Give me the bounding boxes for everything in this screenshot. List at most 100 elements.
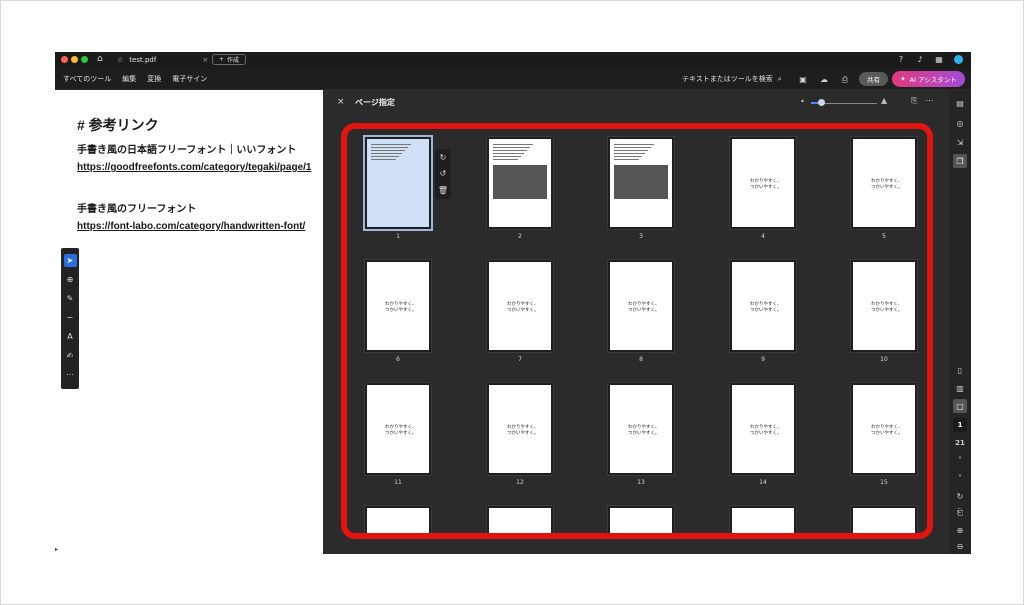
trash-icon[interactable]: 🗑 [438, 186, 448, 195]
thumbnail-text: わかりやすく、 つかいやすく。 [385, 302, 417, 313]
avatar[interactable] [953, 54, 963, 64]
page-thumbnail[interactable]: わかりやすく、 つかいやすく。 [729, 136, 797, 230]
doc-text-line-2: 手書き風のフリーフォント [77, 204, 197, 215]
screenshot-frame: ⌂ ☆ test.pdf × + 作成 ? ♪ ▦ すべてのツール 編集 変換 … [0, 0, 1024, 605]
page-thumbnail[interactable]: わかりやすく、 つかいやすく。 [729, 259, 797, 353]
more-icon[interactable]: ⋯ [925, 96, 933, 106]
page-thumbnail[interactable] [850, 505, 918, 533]
page-number-label: 4 [761, 233, 765, 240]
fit-page-icon[interactable]: ⎗ [953, 506, 967, 520]
zoom-out-icon[interactable]: ⊖ [953, 539, 967, 553]
thumbnail-text-line [614, 159, 639, 160]
page-number-label: 8 [639, 356, 643, 363]
ai-assistant-button[interactable]: ✦ AI アシスタント [892, 71, 965, 87]
zoom-in-icon[interactable]: ▲ [881, 96, 887, 105]
help-icon[interactable]: ? [896, 54, 906, 64]
page-number-label: 11 [394, 479, 402, 486]
pages-icon[interactable]: ❐ [953, 154, 967, 168]
bell-icon[interactable]: ♪ [915, 54, 925, 64]
doc-link-2[interactable]: https://font-labo.com/category/handwritt… [77, 221, 305, 232]
page-number-label: 2 [518, 233, 522, 240]
page-thumbnail[interactable]: わかりやすく、 つかいやすく。 [364, 382, 432, 476]
menu-convert[interactable]: 変換 [147, 74, 161, 84]
save-icon[interactable]: ▣ [797, 74, 809, 85]
star-icon[interactable]: ☆ [117, 56, 123, 64]
more-icon[interactable]: ⋯ [64, 368, 77, 381]
share-button[interactable]: 共有 [859, 72, 888, 86]
single-page-icon[interactable]: ▢ [953, 399, 967, 413]
apps-icon[interactable]: ▦ [934, 54, 944, 64]
print-icon[interactable]: ⎙ [839, 74, 851, 85]
page-thumbnail[interactable] [607, 505, 675, 533]
tool-search[interactable]: テキストまたはツールを検索 ⌕ [682, 68, 782, 90]
page-thumbnail[interactable]: わかりやすく、 つかいやすく。 [607, 259, 675, 353]
two-page-icon[interactable]: ▥ [953, 381, 967, 395]
zoom-out-icon[interactable]: ▴ [801, 97, 804, 104]
ai-assistant-label: AI アシスタント [909, 76, 957, 84]
zoom-icon[interactable]: ⊕ [64, 273, 77, 286]
select-icon[interactable]: ➤ [63, 254, 77, 267]
menu-edit[interactable]: 編集 [122, 74, 136, 84]
plus-icon: + [219, 56, 225, 63]
window-maximize-button[interactable] [81, 56, 88, 63]
page-thumbnail[interactable] [364, 505, 432, 533]
text-box-icon[interactable]: A [64, 330, 77, 343]
thumbnail-zoom-slider[interactable]: ▴ ▲ [801, 96, 887, 106]
export-icon[interactable]: ⇲ [953, 135, 967, 149]
window-minimize-button[interactable] [71, 56, 78, 63]
page-thumbnail[interactable]: わかりやすく、 つかいやすく。 [850, 136, 918, 230]
menu-all-tools[interactable]: すべてのツール [63, 74, 111, 84]
page-thumbnail[interactable]: わかりやすく、 つかいやすく。 [486, 382, 554, 476]
thumbnail-text: わかりやすく、 つかいやすく。 [750, 425, 782, 436]
chevron-down-icon[interactable]: ˅ [953, 471, 967, 485]
doc-link-1[interactable]: https://goodfreefonts.com/category/tegak… [77, 162, 311, 173]
page-thumbnail[interactable] [729, 505, 797, 533]
menu-bar: すべてのツール 編集 変換 電子サイン テキストまたはツールを検索 ⌕ ▣ ☁ … [55, 68, 971, 90]
menu-e-sign[interactable]: 電子サイン [172, 74, 207, 84]
comment-icon[interactable]: ▤ [953, 96, 967, 110]
chevron-up-icon[interactable]: ˄ [953, 453, 967, 467]
page-thumbnail[interactable]: わかりやすく、 つかいやすく。 [364, 259, 432, 353]
thumbnail-text-line [493, 156, 521, 157]
thumbnail-text-line [493, 150, 527, 151]
page-thumbnail[interactable] [486, 136, 554, 230]
sign-icon[interactable]: ✍ [64, 349, 77, 362]
page-thumbnail[interactable] [607, 136, 675, 230]
new-tab-button[interactable]: + 作成 [212, 54, 247, 65]
thumbnail-text: わかりやすく、 つかいやすく。 [628, 425, 660, 436]
slider-knob[interactable] [817, 99, 825, 106]
titlebar-right-icons: ? ♪ ▦ [896, 54, 963, 64]
document-view: # 参考リンク 手書き風の日本語フリーフォント｜いいフォント https://g… [55, 90, 323, 554]
new-tab-label: 作成 [227, 57, 240, 64]
insert-page-icon[interactable]: ⎘ [911, 96, 917, 106]
page-thumbnail[interactable] [363, 135, 433, 231]
tab-test-pdf[interactable]: ☆ test.pdf × [117, 52, 208, 68]
page-thumbnail[interactable]: わかりやすく、 つかいやすく。 [607, 382, 675, 476]
thumbnail-text: わかりやすく、 つかいやすく。 [750, 302, 782, 313]
current-page-number[interactable]: 1 [953, 418, 967, 432]
page-number-label: 5 [882, 233, 886, 240]
refresh-icon[interactable]: ↻ [953, 489, 967, 503]
home-icon[interactable]: ⌂ [97, 54, 103, 64]
lasso-icon[interactable]: ∽ [64, 311, 77, 324]
bookmark-icon[interactable]: ◎ [953, 116, 967, 130]
thumbnail-text-line [614, 147, 651, 148]
page-thumbnail[interactable]: わかりやすく、 つかいやすく。 [850, 382, 918, 476]
thumbnail-image [614, 165, 668, 199]
page-thumbnail[interactable]: わかりやすく、 つかいやすく。 [486, 259, 554, 353]
rotate-ccw-icon[interactable]: ↺ [440, 169, 447, 178]
pen-icon[interactable]: ✎ [64, 292, 77, 305]
thumbnail-text-line [371, 156, 399, 157]
page-thumbnail[interactable]: わかりやすく、 つかいやすく。 [729, 382, 797, 476]
page-thumbnail[interactable] [486, 505, 554, 533]
page-view-icon[interactable]: ▯ [953, 363, 967, 377]
upload-icon[interactable]: ☁ [818, 74, 830, 85]
close-icon[interactable]: × [337, 97, 345, 107]
window-close-button[interactable] [61, 56, 68, 63]
rotate-cw-icon[interactable]: ↻ [440, 153, 447, 162]
zoom-in-icon[interactable]: ⊕ [953, 523, 967, 537]
thumbnail-text: わかりやすく、 つかいやすく。 [628, 302, 660, 313]
tab-close-icon[interactable]: × [202, 56, 208, 64]
page-number-label: 3 [639, 233, 643, 240]
page-thumbnail[interactable]: わかりやすく、 つかいやすく。 [850, 259, 918, 353]
